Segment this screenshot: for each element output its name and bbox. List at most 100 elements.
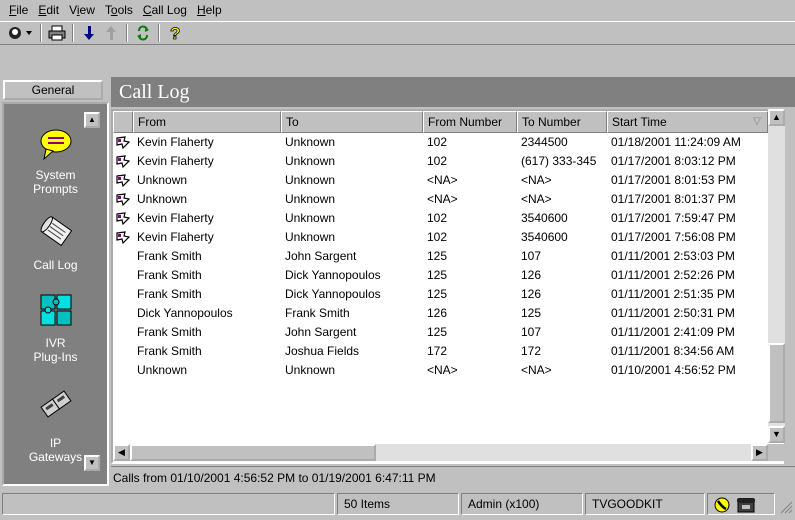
table-cell-to: John Sargent — [285, 325, 357, 339]
table-row[interactable]: Frank Smith John Sargent 125 107 01/11/2001 … — [113, 247, 768, 266]
menu-item[interactable]: Help — [192, 0, 227, 20]
table-cell-to: John Sargent — [285, 249, 357, 263]
table-row[interactable]: Frank Smith John Sargent 125 107 01/11/2001 … — [113, 323, 768, 342]
table-row[interactable]: Kevin Flaherty Unknown 102 2344500 01/18/200… — [113, 133, 768, 152]
column-header[interactable]: To — [281, 111, 423, 133]
vertical-scrollbar[interactable]: ▲ ▼ — [768, 109, 785, 443]
incoming-call-icon — [116, 136, 131, 150]
telephone-icon — [737, 497, 755, 513]
table-cell-from-number: <NA> — [427, 363, 458, 377]
menu-item[interactable]: Tools — [100, 0, 138, 20]
table-cell-to-number: <NA> — [521, 192, 552, 206]
horizontal-scrollbar[interactable]: ◀ ▶ — [113, 444, 768, 461]
refresh-icon — [137, 25, 149, 41]
table-cell-from: Kevin Flaherty — [137, 154, 214, 168]
table-cell-from-number: 102 — [427, 230, 448, 244]
horizontal-scroll-thumb[interactable] — [130, 444, 376, 461]
menu-bar: File Edit View Tools Call Log Help — [0, 0, 795, 20]
menu-item[interactable]: Call Log — [138, 0, 192, 20]
table-cell-from: Frank Smith — [137, 344, 202, 358]
vertical-scroll-thumb[interactable] — [768, 343, 785, 423]
print-button[interactable] — [46, 23, 68, 43]
table-row[interactable]: Unknown Unknown <NA> <NA> 01/17/2001 8:01:53… — [113, 171, 768, 190]
date-range-text: Calls from 01/10/2001 4:56:52 PM to 01/1… — [111, 466, 795, 488]
table-row[interactable]: Unknown Unknown <NA> <NA> 01/10/2001 4:56:52… — [113, 361, 768, 380]
incoming-call-icon — [116, 193, 131, 207]
table-row[interactable]: Frank Smith Joshua Fields 172 172 01/11/2001… — [113, 342, 768, 361]
scroll-icon — [36, 214, 76, 250]
gateway-icon — [36, 386, 76, 422]
table-cell-start: 01/17/2001 7:59:47 PM — [611, 211, 736, 225]
menu-label-rest: elp — [205, 3, 222, 17]
sidebar: ▲ System Prompts Call Log IVR Plug-Ins I… — [2, 102, 109, 486]
table-cell-from-number: 172 — [427, 344, 448, 358]
toolbar-separator — [126, 24, 128, 42]
table-cell-to-number: 3540600 — [521, 230, 568, 244]
move-down-button[interactable] — [78, 23, 100, 43]
scroll-left-button[interactable]: ◀ — [113, 444, 130, 461]
svg-text:?: ? — [170, 24, 180, 42]
table-cell-to-number: 172 — [521, 344, 542, 358]
table-row[interactable]: Kevin Flaherty Unknown 102 3540600 01/17/200… — [113, 228, 768, 247]
column-header-icon — [113, 111, 133, 133]
table-row[interactable]: Dick Yannopoulos Frank Smith 126 125 01/11/2… — [113, 304, 768, 323]
help-button[interactable]: ? — [164, 23, 186, 43]
table-cell-to: Unknown — [285, 363, 336, 377]
help-question-icon: ? — [170, 24, 181, 42]
table-row[interactable]: Frank Smith Dick Yannopoulos 125 126 01/11/2… — [113, 266, 768, 285]
table-cell-to: Frank Smith — [285, 306, 350, 320]
table-cell-to-number: 126 — [521, 287, 542, 301]
printer-icon — [48, 25, 66, 41]
column-header[interactable]: Start Time ▽ — [607, 111, 768, 133]
menu-accelerator: o — [110, 3, 118, 17]
table-cell-start: 01/17/2001 8:01:53 PM — [611, 173, 736, 187]
phone-dropdown-button[interactable] — [6, 23, 36, 43]
table-cell-to: Unknown — [285, 135, 336, 149]
sidebar-item-ip-gateways[interactable]: IP Gateways — [4, 386, 107, 464]
table-cell-start: 01/10/2001 4:56:52 PM — [611, 363, 736, 377]
table-cell-from: Kevin Flaherty — [137, 230, 214, 244]
sidebar-scroll-down-button[interactable]: ▼ — [84, 455, 100, 471]
table-cell-from: Kevin Flaherty — [137, 135, 214, 149]
puzzle-icon — [36, 292, 76, 328]
scroll-right-button[interactable]: ▶ — [751, 444, 768, 461]
table-cell-from: Kevin Flaherty — [137, 211, 214, 225]
menu-item[interactable]: File — [4, 0, 33, 20]
status-icons-pane — [707, 493, 775, 515]
column-header[interactable]: From — [133, 111, 281, 133]
sidebar-item-call-log[interactable]: Call Log — [4, 214, 107, 272]
move-up-button[interactable] — [100, 23, 122, 43]
scroll-up-button[interactable]: ▲ — [768, 109, 785, 126]
scroll-down-button[interactable]: ▼ — [768, 426, 785, 443]
sidebar-item-ivr-plug-ins[interactable]: IVR Plug-Ins — [4, 292, 107, 364]
menu-accelerator: C — [142, 3, 152, 17]
table-cell-start: 01/11/2001 2:51:35 PM — [611, 287, 735, 301]
table-cell-to-number: (617) 333-345 — [521, 154, 597, 168]
toolbar: ? — [0, 21, 795, 45]
table-row[interactable]: Kevin Flaherty Unknown 102 3540600 01/17/200… — [113, 209, 768, 228]
column-header[interactable]: From Number — [423, 111, 517, 133]
table-cell-from: Unknown — [137, 173, 188, 187]
table-row[interactable]: Unknown Unknown <NA> <NA> 01/17/2001 8:01:37… — [113, 190, 768, 209]
table-row[interactable]: Frank Smith Dick Yannopoulos 125 126 01/11/2… — [113, 285, 768, 304]
menu-item[interactable]: View — [64, 0, 100, 20]
table-cell-to-number: 107 — [521, 325, 542, 339]
table-cell-start: 01/11/2001 2:41:09 PM — [611, 325, 735, 339]
incoming-call-icon — [116, 231, 131, 245]
arrow-up-icon — [106, 26, 116, 40]
handset-icon — [714, 497, 730, 513]
incoming-call-icon — [116, 212, 131, 226]
table-cell-to: Unknown — [285, 154, 336, 168]
table-row[interactable]: Kevin Flaherty Unknown 102 (617) 333-345 01/… — [113, 152, 768, 171]
sidebar-item-system-prompts[interactable]: System Prompts — [4, 126, 107, 196]
resize-grip-icon[interactable] — [779, 500, 793, 514]
column-header[interactable]: To Number — [517, 111, 607, 133]
refresh-button[interactable] — [132, 23, 154, 43]
table-cell-from-number: 125 — [427, 268, 448, 282]
table-cell-to-number: <NA> — [521, 173, 552, 187]
sidebar-tab-general[interactable]: General — [3, 80, 103, 100]
menu-item[interactable]: Edit — [33, 0, 64, 20]
table-cell-to: Unknown — [285, 230, 336, 244]
table-cell-from: Unknown — [137, 192, 188, 206]
table-cell-to-number: 125 — [521, 306, 542, 320]
